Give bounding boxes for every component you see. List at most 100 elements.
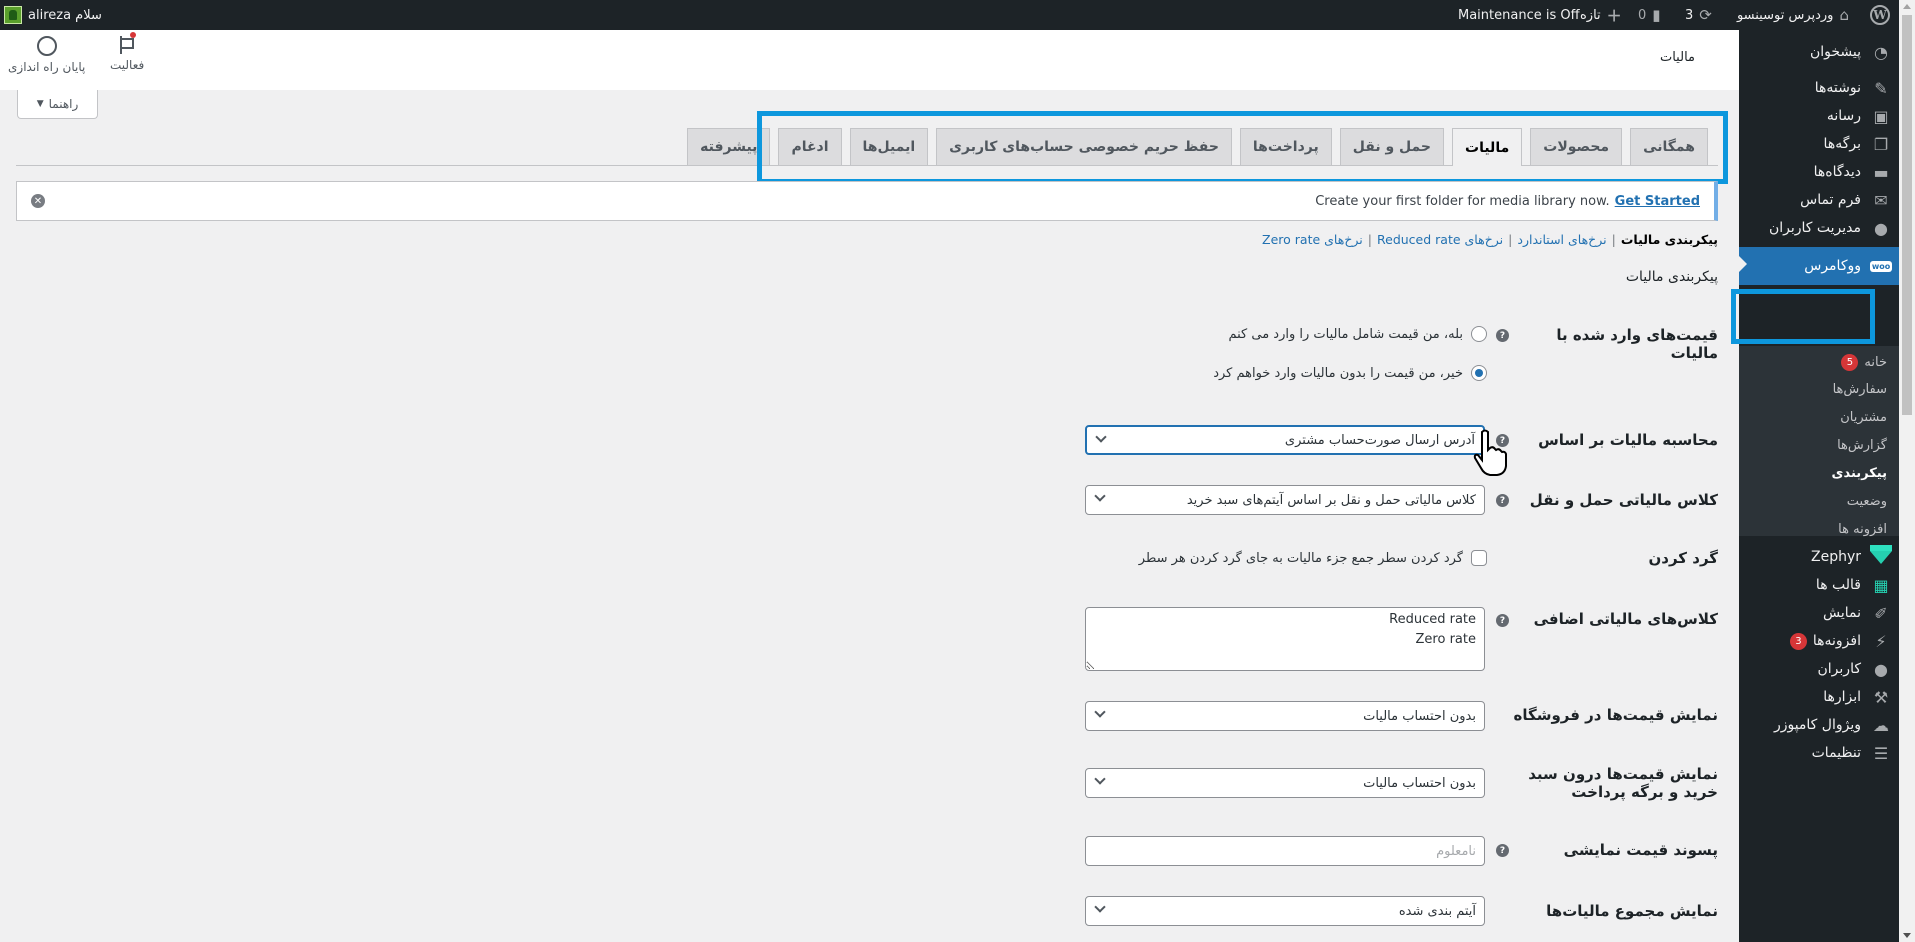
site-name-link[interactable]: ⌂ وردپرس توسینسو xyxy=(1737,0,1849,30)
help-tip-icon[interactable]: ? xyxy=(1496,329,1509,342)
tab-7[interactable]: ادغام xyxy=(778,128,842,165)
additional-tax-classes-textarea[interactable] xyxy=(1085,607,1485,671)
tab-6[interactable]: ایمیل‌ها xyxy=(849,128,929,165)
get-started-link[interactable]: Get Started xyxy=(1615,194,1700,209)
scroll-down-arrow-icon[interactable] xyxy=(1903,933,1911,938)
submenu-item-3[interactable]: گزارش‌ها xyxy=(1837,438,1887,453)
pin-icon: ✎ xyxy=(1874,78,1888,98)
help-tip-icon[interactable]: ? xyxy=(1496,844,1509,857)
comment-bubble-icon: ▮ xyxy=(1652,6,1661,24)
dismiss-icon[interactable]: ✕ xyxy=(31,194,45,208)
updates-count: 3 xyxy=(1685,7,1694,23)
sidebar-item-label: فرم تماس xyxy=(1800,192,1861,208)
separator: | xyxy=(1367,232,1372,247)
calc-based-on-select[interactable]: آدرس ارسال صورت‌حساب مشتری xyxy=(1085,425,1485,455)
sidebar-item-label: برگه‌ها xyxy=(1823,136,1861,152)
tab-8[interactable]: پیشرفته xyxy=(687,128,771,165)
display-tax-totals-select[interactable]: آیتم بندی شده xyxy=(1085,896,1485,926)
updates-link[interactable]: 3 ⟳ xyxy=(1685,0,1712,30)
section-heading: پیکربندی مالیات xyxy=(1625,269,1718,285)
chevron-down-icon xyxy=(1094,490,1106,502)
help-button[interactable]: راهنما ▼ xyxy=(17,90,98,119)
rounding-option[interactable]: گرد کردن سطر جمع جزء مالیات به جای گرد ک… xyxy=(1139,550,1487,566)
tab-0[interactable]: همگانی xyxy=(1630,128,1708,165)
admin-sidebar: ◔ پیشخوان ✎ نوشته‌ها ▣ رسانه ❐ برگه‌ها ▬ دیدگاه‌ه… xyxy=(1739,30,1899,942)
radio-yes[interactable] xyxy=(1471,326,1487,342)
admin-bar: W ⌂ وردپرس توسینسو 3 ⟳ 0 ▮ تازه ＋ Mainte… xyxy=(0,0,1899,30)
avatar xyxy=(4,6,22,24)
caret-down-icon: ▼ xyxy=(36,99,44,109)
chevron-down-icon xyxy=(1094,901,1106,913)
sidebar-item-6[interactable]: ● مدیریت کاربران xyxy=(1739,211,1899,245)
display-prices-cart-select[interactable]: بدون احتساب مالیات xyxy=(1085,768,1485,798)
maintenance-label: Maintenance is Off xyxy=(1458,7,1580,23)
diamond-icon xyxy=(1863,544,1899,564)
submenu-item-5[interactable]: وضعیت xyxy=(1847,494,1887,509)
submenu-item-0[interactable]: خانه 5 xyxy=(1841,354,1887,371)
subsection-current[interactable]: پیکربندی مالیات xyxy=(1621,232,1718,247)
submenu-item-6[interactable]: افزونه ها xyxy=(1838,522,1887,537)
hand-cursor-icon xyxy=(1473,429,1507,476)
shipping-tax-class-select[interactable]: کلاس مالیاتی حمل و نقل بر اساس آیتم‌های … xyxy=(1085,485,1485,515)
scrollbar-thumb[interactable] xyxy=(1902,15,1912,415)
radio-no-label: خیر، من قیمت را بدون مالیات وارد خواهم ک… xyxy=(1213,365,1463,381)
comments-link[interactable]: 0 ▮ xyxy=(1638,0,1661,30)
subsection-standard-rates[interactable]: نرخ‌های استاندارد xyxy=(1517,232,1606,247)
site-name: وردپرس توسینسو xyxy=(1736,7,1834,23)
update-count-badge: 3 xyxy=(1789,632,1807,650)
select-value: بدون احتساب مالیات xyxy=(1363,708,1476,724)
wordpress-logo-button[interactable]: W xyxy=(1870,0,1890,30)
price-suffix-input[interactable]: نامعلوم xyxy=(1085,836,1485,866)
prices-include-tax-yes[interactable]: بله، من قیمت شامل مالیات را وارد می کنم xyxy=(1228,326,1487,342)
tab-4[interactable]: پرداخت‌ها xyxy=(1239,128,1332,165)
submenu-item-1[interactable]: سفارش‌ها xyxy=(1833,382,1887,397)
submenu-item-2[interactable]: مشتریان xyxy=(1840,410,1887,425)
sidebar-item-label: نمایش xyxy=(1822,605,1861,621)
radio-no[interactable] xyxy=(1471,365,1487,381)
tab-1[interactable]: محصولات xyxy=(1530,128,1623,165)
comments-icon: ▬ xyxy=(1873,162,1889,182)
submenu-item-4[interactable]: پیکربندی xyxy=(1832,466,1887,481)
radio-yes-label: بله، من قیمت شامل مالیات را وارد می کنم xyxy=(1228,326,1463,342)
sidebar-item-label: قالب ها xyxy=(1815,577,1861,593)
calc-based-on-label: محاسبه مالیات بر اساس xyxy=(1538,431,1718,449)
pages-icon: ❐ xyxy=(1873,134,1889,154)
page-scrollbar[interactable] xyxy=(1899,0,1915,942)
media-icon: ▣ xyxy=(1873,106,1889,126)
plugin-icon: ⚡ xyxy=(1875,631,1887,651)
activity-button[interactable]: فعالیت xyxy=(110,32,144,72)
sidebar-item-label: کاربران xyxy=(1817,661,1861,677)
select-value: کلاس مالیاتی حمل و نقل بر اساس آیتم‌های … xyxy=(1186,492,1476,508)
sidebar-item-7[interactable]: woo ووکامرس xyxy=(1739,247,1899,285)
sidebar-item-0[interactable]: ◔ پیشخوان xyxy=(1739,35,1899,69)
settings-icon: ☰ xyxy=(1873,743,1889,763)
submenu-item-label: افزونه ها xyxy=(1838,522,1887,537)
tab-2[interactable]: مالیات xyxy=(1452,128,1523,166)
maintenance-status[interactable]: Maintenance is Off xyxy=(1458,0,1580,30)
scroll-up-arrow-icon[interactable] xyxy=(1903,4,1911,9)
new-label: تازه xyxy=(1580,7,1601,23)
my-account-link[interactable]: سلام alireza xyxy=(4,0,102,30)
rounding-label: گرد کردن xyxy=(1648,549,1718,567)
submenu-item-label: وضعیت xyxy=(1846,494,1887,509)
templates-icon: ▦ xyxy=(1873,575,1889,595)
sidebar-item-18[interactable]: ☰ تنظیمات xyxy=(1739,736,1899,770)
prices-include-tax-no[interactable]: خیر، من قیمت را بدون مالیات وارد خواهم ک… xyxy=(1213,365,1487,381)
subsection-zero-rate[interactable]: نرخ‌های Zero rate xyxy=(1262,232,1363,247)
display-prices-shop-select[interactable]: بدون احتساب مالیات xyxy=(1085,701,1485,731)
finish-setup-label: پایان راه اندازی xyxy=(8,60,86,74)
new-content-link[interactable]: تازه ＋ xyxy=(1580,0,1622,30)
sidebar-item-label: افزونه‌ها xyxy=(1812,633,1861,649)
subsection-reduced-rate[interactable]: نرخ‌های Reduced rate xyxy=(1377,232,1503,247)
tab-3[interactable]: حمل و نقل xyxy=(1339,128,1445,165)
tax-subsections: پیکربندی مالیات | نرخ‌های استاندارد | نر… xyxy=(1262,232,1718,247)
tab-5[interactable]: حفظ حریم خصوصی حساب‌های کاربری xyxy=(936,128,1232,165)
finish-setup-button[interactable]: پایان راه اندازی xyxy=(8,36,85,74)
help-tip-icon[interactable]: ? xyxy=(1496,494,1509,507)
help-tip-icon[interactable]: ? xyxy=(1496,614,1509,627)
settings-tabs: همگانی محصولات مالیات حمل و نقل پرداخت‌ها حفظ… xyxy=(16,128,1718,166)
rounding-checkbox[interactable] xyxy=(1471,550,1487,566)
help-label: راهنما xyxy=(48,97,79,111)
prices-entered-label: قیمت‌های وارد شده با مالیات xyxy=(1556,326,1718,362)
separator: | xyxy=(1508,232,1513,247)
